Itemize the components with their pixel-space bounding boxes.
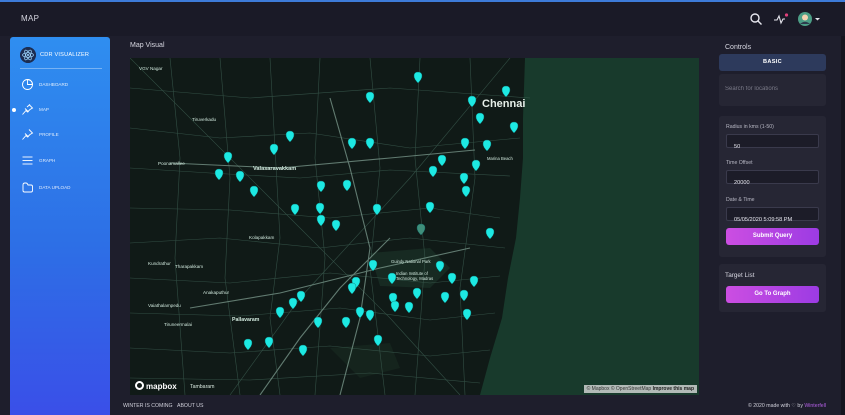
sidebar-item-profile[interactable]: PROFILE <box>10 125 110 145</box>
map-pin-icon <box>22 104 34 115</box>
activity-icon[interactable] <box>773 12 789 26</box>
map-label: VGV Nagar <box>139 66 163 71</box>
map-label: Tiruneermalai <box>164 322 192 327</box>
map-roads <box>130 58 699 395</box>
sidebar-item-data-upload[interactable]: DATA UPLOAD <box>10 178 110 198</box>
map-label: Vaiathalampedu <box>148 303 181 308</box>
sidebar-item-label: PROFILE <box>39 132 59 137</box>
radius-field <box>726 134 819 153</box>
brand[interactable]: CDR VISUALIZER <box>20 45 102 69</box>
map-title: Map Visual <box>130 42 165 49</box>
mapbox-logo[interactable]: mapbox <box>135 381 177 391</box>
upload-icon <box>22 182 33 193</box>
offset-field <box>726 170 819 189</box>
map-label: Kundrathur <box>148 261 171 266</box>
map-label: Poonamallee <box>158 161 185 166</box>
datetime-label: Date & Time <box>726 197 755 203</box>
time-offset-input[interactable] <box>727 177 818 189</box>
map-label: Tiruverkadu <box>192 117 217 122</box>
sidebar-item-label: MAP <box>39 107 49 112</box>
sidebar-item-dashboard[interactable]: DASHBOARD <box>10 75 110 95</box>
map-canvas[interactable]: Chennai VGV Nagar Tiruverkadu Poonamalle… <box>130 58 699 395</box>
map-label: Tambaram <box>190 384 215 390</box>
brand-name: CDR VISUALIZER <box>40 52 90 58</box>
dashboard-icon <box>22 79 33 90</box>
sidebar-item-label: DATA UPLOAD <box>39 185 71 190</box>
map-label: Anakaputhur <box>203 290 230 295</box>
footer: WINTER IS COMING ABOUT US © 2020 made wi… <box>110 400 845 415</box>
submit-query-button[interactable]: Submit Query <box>726 228 819 245</box>
radius-input[interactable] <box>727 141 818 153</box>
sidebar-item-label: DASHBOARD <box>39 82 69 87</box>
scrollbar[interactable] <box>841 36 845 415</box>
improve-map-link[interactable]: Improve this map <box>653 386 694 392</box>
location-search <box>719 74 826 106</box>
footer-copyright: © 2020 made with ♡ by Winterfell <box>748 403 826 409</box>
map-label: Indian Institute of Technology, Madras <box>396 271 434 281</box>
map-label-city: Chennai <box>482 98 526 110</box>
target-list-title: Target List <box>725 272 755 279</box>
map-label: Tharapakkam <box>175 264 204 269</box>
top-bar: MAP <box>0 0 845 36</box>
map-label: Marina Beach <box>487 156 513 161</box>
map-label: Kolapakkam <box>249 235 275 240</box>
map-label: Valasaravakkam <box>253 166 297 172</box>
offset-label: Time Offset <box>726 160 753 166</box>
page-title: MAP <box>21 14 40 23</box>
mapbox-logo-text: mapbox <box>146 382 177 391</box>
copyright-text: © 2020 made with ♡ by <box>748 403 803 409</box>
profile-icon <box>22 129 34 140</box>
map-label: Pallavaram <box>232 317 260 323</box>
datetime-field <box>726 207 819 226</box>
sidebar: CDR VISUALIZER DASHBOARD MAP PROFILE GRA… <box>10 37 110 415</box>
author-link[interactable]: Winterfell <box>804 403 826 409</box>
footer-link-about[interactable]: ABOUT US <box>177 403 203 409</box>
attribution-text: © Mapbox © OpenStreetMap <box>586 386 652 392</box>
active-indicator <box>12 108 16 112</box>
sidebar-item-label: GRAPH <box>39 158 56 163</box>
map-label: Guindy National Park <box>391 259 431 264</box>
react-logo-icon <box>20 47 36 63</box>
controls-title: Controls <box>725 44 752 51</box>
radius-label: Radius in kms (1-50) <box>726 124 774 130</box>
datetime-input[interactable] <box>727 214 818 226</box>
search-icon[interactable] <box>749 12 763 26</box>
map-attribution[interactable]: © Mapbox © OpenStreetMap Improve this ma… <box>583 385 697 393</box>
graph-icon <box>22 156 33 165</box>
go-to-graph-button[interactable]: Go To Graph <box>726 286 819 303</box>
search-input[interactable] <box>725 82 820 96</box>
sidebar-item-map[interactable]: MAP <box>10 100 110 120</box>
sidebar-item-graph[interactable]: GRAPH <box>10 151 110 171</box>
avatar-icon[interactable] <box>797 10 821 28</box>
basic-mode-button[interactable]: BASIC <box>719 54 826 71</box>
footer-link-winter[interactable]: WINTER IS COMING <box>123 403 173 409</box>
